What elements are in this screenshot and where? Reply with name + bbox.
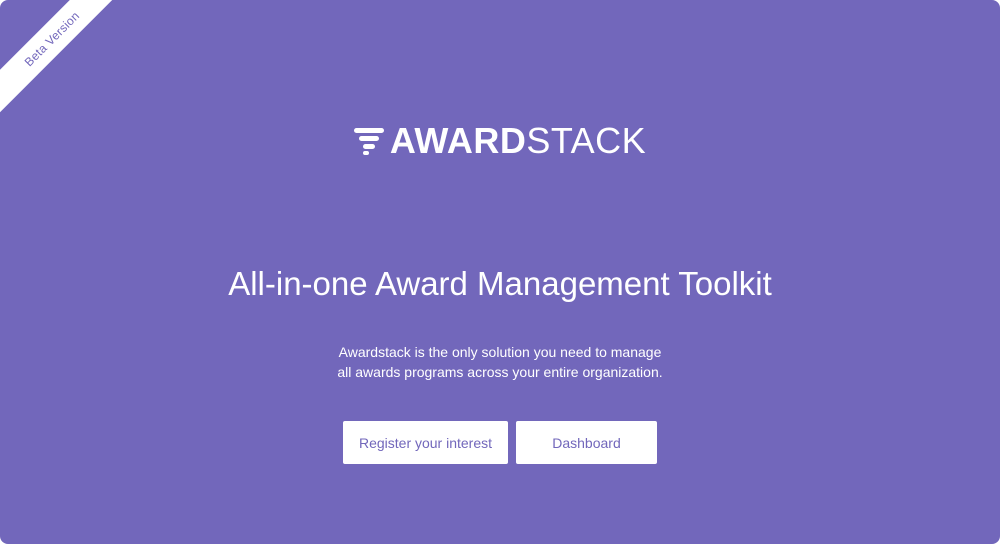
register-interest-button[interactable]: Register your interest [343,421,508,464]
hero-description: Awardstack is the only solution you need… [300,342,700,382]
logo-lockup: AWARDSTACK [353,118,646,164]
hero-description-line-1: Awardstack is the only solution you need… [338,344,662,360]
award-stack-logo-icon [353,126,384,156]
beta-version-label: Beta Version [21,8,83,70]
logo-wordmark-light: STACK [526,120,647,161]
logo: AWARDSTACK [0,118,1000,164]
logo-wordmark: AWARDSTACK [390,118,646,164]
beta-version-ribbon: Beta Version [0,0,141,128]
logo-wordmark-bold: AWARD [389,120,527,161]
dashboard-button[interactable]: Dashboard [516,421,657,464]
page-headline: All-in-one Award Management Toolkit [228,265,772,302]
hero-section: Beta Version AWARDSTACK All-in-one Award… [0,0,1000,544]
hero-actions: Register your interest Dashboard [0,421,1000,464]
hero-description-line-2: all awards programs across your entire o… [337,364,663,380]
